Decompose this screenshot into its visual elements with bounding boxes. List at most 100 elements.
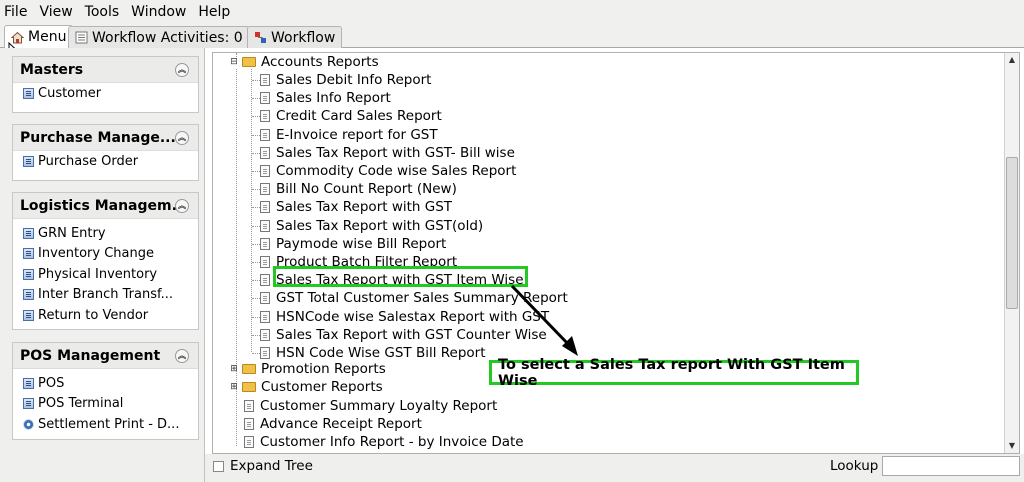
tree-item-label: Sales Tax Report with GST Item Wise — [276, 272, 524, 289]
open-folder-icon — [242, 57, 256, 67]
section-header[interactable]: Masters ︽ — [13, 57, 198, 83]
folder-promotion-reports[interactable]: ⊞ Promotion Reports — [228, 360, 386, 378]
section-title: POS Management — [20, 347, 161, 364]
tree-item-label: Sales Debit Info Report — [276, 72, 432, 88]
tree-connector — [252, 189, 260, 191]
tree-item-report[interactable]: Sales Tax Report with GST Counter Wise — [260, 326, 547, 344]
tree-connector — [252, 225, 260, 227]
report-icon — [260, 183, 270, 196]
tree-connector — [252, 353, 260, 354]
sidebar-item-label: Physical Inventory — [38, 266, 158, 282]
bottom-bar: Expand Tree Lookup — [205, 454, 1024, 482]
tab-workflow[interactable]: Workflow — [247, 26, 343, 48]
collapse-icon[interactable]: ︽ — [175, 349, 189, 363]
tree-connector — [252, 171, 260, 172]
form-icon — [23, 309, 34, 321]
tab-workflow-activities[interactable]: Workflow Activities: 0 — [68, 26, 250, 48]
expand-tree-checkbox[interactable] — [213, 461, 224, 472]
tree-connector — [251, 69, 252, 352]
tree-item-report[interactable]: Sales Tax Report with GST(old) — [260, 217, 483, 235]
lookup-label: Lookup — [830, 458, 879, 474]
sidebar-item-customer[interactable]: Customer — [13, 83, 198, 104]
tree-connector — [252, 207, 260, 209]
tree-connector — [252, 298, 260, 300]
report-icon — [260, 237, 270, 250]
folder-accounts-reports[interactable]: ⊟ Accounts Reports — [228, 53, 378, 71]
sidebar-item-label: POS — [38, 375, 65, 391]
tree-item-report[interactable]: GST Total Customer Sales Summary Report — [260, 289, 568, 307]
report-icon — [260, 256, 270, 268]
tree-item-customer-info-invoice-date[interactable]: Customer Info Report - by Invoice Date — [244, 433, 524, 451]
sidebar-item-label: Customer — [38, 85, 102, 101]
sidebar-item-physical-inventory[interactable]: Physical Inventory — [13, 264, 198, 285]
report-icon — [260, 146, 270, 159]
tab-bar: Menu Workflow Activities: 0 Workflow — [0, 24, 1024, 48]
tree-item-report[interactable]: Sales Debit Info Report — [260, 71, 431, 89]
report-icon — [260, 165, 270, 177]
collapse-node-icon[interactable]: ⊟ — [228, 57, 240, 67]
tree-item-label: E-Invoice report for GST — [276, 126, 438, 143]
report-icon — [260, 219, 270, 232]
section-header[interactable]: POS Management ︽ — [13, 343, 198, 369]
scroll-down-icon[interactable]: ▼ — [1005, 439, 1019, 453]
menu-file[interactable]: File — [0, 4, 33, 20]
sidebar-item-label: Settlement Print - D... — [38, 416, 180, 432]
tree-item-report[interactable]: HSNCode wise Salestax Report with GST — [260, 308, 549, 326]
tree-item-report[interactable]: Sales Tax Report with GST- Bill wise — [260, 144, 515, 162]
tree-connector — [252, 116, 260, 118]
expand-tree-label: Expand Tree — [230, 458, 313, 474]
sidebar-item-purchase-order[interactable]: Purchase Order — [13, 151, 198, 172]
scroll-up-icon[interactable]: ▲ — [1005, 53, 1019, 67]
tree-item-customer-summary-loyalty[interactable]: Customer Summary Loyalty Report — [244, 397, 497, 415]
tree-item-report[interactable]: E-Invoice report for GST — [260, 126, 438, 144]
section-header[interactable]: Logistics Managem... ︽ — [13, 193, 198, 219]
left-menu-panel: Masters ︽ Customer Purchase Manage... ︽ … — [0, 48, 205, 482]
collapse-icon[interactable]: ︽ — [175, 131, 189, 145]
scrollbar-thumb[interactable] — [1006, 157, 1018, 309]
form-icon — [23, 87, 34, 99]
sidebar-item-label: POS Terminal — [38, 396, 124, 412]
lookup-input[interactable] — [882, 456, 1020, 476]
tree-item-report[interactable]: Bill No Count Report (New) — [260, 180, 457, 198]
folder-customer-reports[interactable]: ⊞ Customer Reports — [228, 378, 382, 396]
menu-window[interactable]: Window — [125, 4, 192, 20]
expand-node-icon[interactable]: ⊞ — [228, 364, 240, 374]
section-header[interactable]: Purchase Manage... ︽ — [13, 125, 198, 151]
expand-node-icon[interactable]: ⊞ — [228, 382, 240, 392]
sidebar-item-pos-terminal[interactable]: POS Terminal — [13, 394, 198, 415]
tree-item-report[interactable]: Credit Card Sales Report — [260, 107, 442, 125]
folder-icon — [242, 364, 256, 374]
tree-item-label: Product Batch Filter Report — [276, 254, 458, 270]
collapse-icon[interactable]: ︽ — [175, 199, 189, 213]
menu-help[interactable]: Help — [192, 4, 236, 20]
tree-item-report[interactable]: Sales Info Report — [260, 89, 391, 107]
sidebar-item-inter-branch-transfer[interactable]: Inter Branch Transf... — [13, 285, 198, 306]
folder-label: Promotion Reports — [261, 361, 386, 377]
vertical-scrollbar[interactable]: ▲ ▼ — [1004, 53, 1019, 453]
menu-view[interactable]: View — [33, 4, 78, 20]
tree-item-report[interactable]: Sales Tax Report with GST Item Wise — [260, 271, 524, 289]
report-icon — [260, 274, 270, 287]
report-icon — [260, 128, 270, 141]
tree-item-report[interactable]: Commodity Code wise Sales Report — [260, 162, 516, 180]
sidebar-item-grn-entry[interactable]: GRN Entry — [13, 223, 198, 244]
tree-connector — [252, 316, 260, 318]
tree-connector — [252, 152, 260, 154]
section-title: Purchase Manage... — [20, 129, 176, 146]
section-masters: Masters ︽ Customer — [12, 56, 199, 113]
form-icon — [23, 155, 34, 167]
tree-item-report[interactable]: Paymode wise Bill Report — [260, 235, 446, 253]
sidebar-item-pos[interactable]: POS — [13, 373, 198, 394]
sidebar-item-return-to-vendor[interactable]: Return to Vendor — [13, 305, 198, 326]
tree-item-label: Bill No Count Report (New) — [276, 181, 457, 198]
tree-item-report[interactable]: Product Batch Filter Report — [260, 253, 457, 271]
sidebar-item-settlement-print[interactable]: Settlement Print - D... — [13, 414, 198, 435]
tree-item-report[interactable]: Sales Tax Report with GST — [260, 198, 452, 216]
menu-tools[interactable]: Tools — [79, 4, 126, 20]
tree-item-label: Sales Tax Report with GST- Bill wise — [276, 144, 515, 161]
collapse-icon[interactable]: ︽ — [175, 63, 189, 77]
tree-item-label: Advance Receipt Report — [260, 416, 422, 432]
tree-item-advance-receipt[interactable]: Advance Receipt Report — [244, 415, 422, 433]
sidebar-item-label: Purchase Order — [38, 153, 139, 169]
sidebar-item-inventory-change[interactable]: Inventory Change — [13, 244, 198, 265]
